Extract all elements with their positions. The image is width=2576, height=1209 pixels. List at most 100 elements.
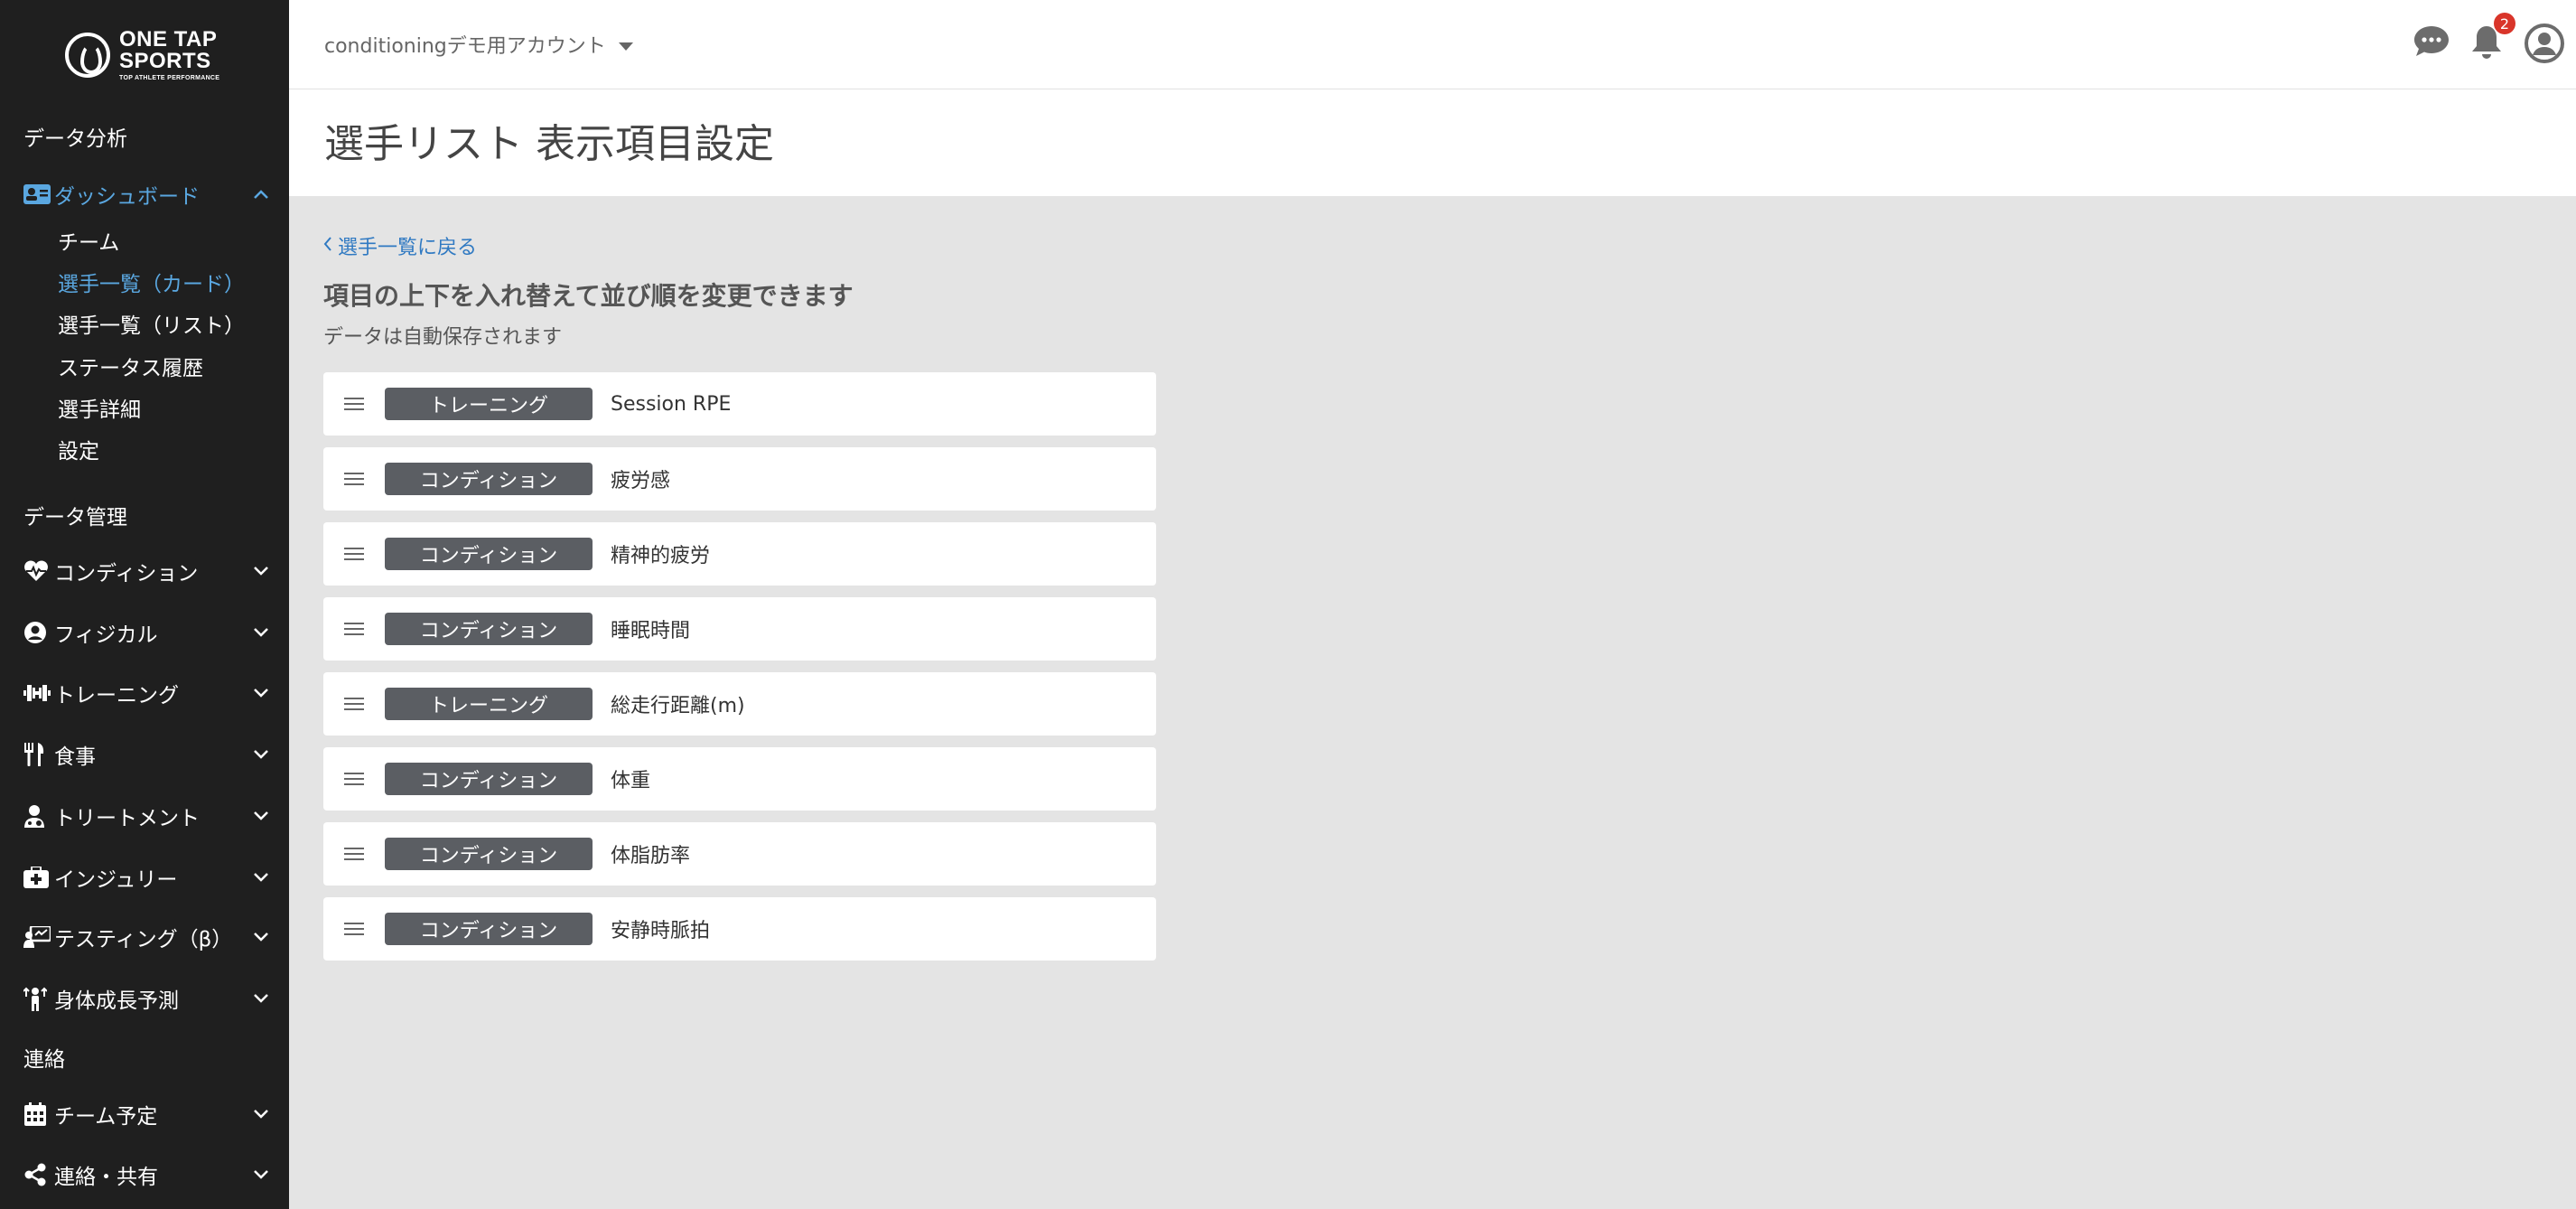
user-medical-icon bbox=[23, 802, 54, 829]
list-item[interactable]: コンディション 体重 bbox=[323, 747, 1156, 811]
sidebar-item-condition[interactable]: コンディション bbox=[23, 553, 271, 589]
dumbbell-icon bbox=[23, 679, 54, 707]
drag-handle-icon[interactable] bbox=[323, 847, 385, 861]
chevron-down-icon bbox=[251, 927, 271, 947]
id-card-icon bbox=[23, 181, 54, 208]
sidebar-item-contact-share[interactable]: 連絡・共有 bbox=[23, 1157, 271, 1193]
messages-button[interactable] bbox=[2412, 23, 2451, 63]
sidebar-sub-status-history[interactable]: ステータス履歴 bbox=[58, 351, 203, 381]
list-item[interactable]: コンディション 睡眠時間 bbox=[323, 597, 1156, 661]
page-title-bar: 選手リスト 表示項目設定 bbox=[289, 89, 2576, 196]
child-growth-icon bbox=[23, 985, 54, 1012]
sidebar-sub-player-list[interactable]: 選手一覧（リスト） bbox=[58, 308, 245, 339]
drag-handle-icon[interactable] bbox=[323, 547, 385, 561]
top-bar: conditioningデモ用アカウント 2 bbox=[289, 0, 2576, 89]
instruction-heading: 項目の上下を入れ替えて並び順を変更できます bbox=[323, 281, 854, 311]
item-name: 体重 bbox=[611, 770, 651, 792]
sidebar-item-treatment[interactable]: トリートメント bbox=[23, 798, 271, 834]
logo-icon bbox=[65, 33, 110, 78]
sidebar-item-label: コンディション bbox=[54, 562, 199, 586]
sidebar-item-growth-prediction[interactable]: 身体成長予測 bbox=[23, 980, 271, 1017]
list-item[interactable]: コンディション 安静時脈拍 bbox=[323, 897, 1156, 961]
sidebar-sub-team[interactable]: チーム bbox=[58, 225, 119, 256]
drag-handle-icon[interactable] bbox=[323, 397, 385, 411]
sidebar-sub-settings[interactable]: 設定 bbox=[58, 434, 99, 464]
list-item[interactable]: コンディション 体脂肪率 bbox=[323, 822, 1156, 886]
sidebar-item-meal[interactable]: 食事 bbox=[23, 736, 271, 773]
utensils-icon bbox=[23, 741, 54, 768]
list-item[interactable]: トレーニング 総走行距離(m) bbox=[323, 672, 1156, 736]
sidebar-item-injury[interactable]: インジュリー bbox=[23, 859, 271, 895]
list-item[interactable]: コンディション 精神的疲労 bbox=[323, 522, 1156, 586]
drag-handle-icon[interactable] bbox=[323, 922, 385, 936]
category-tag: コンディション bbox=[385, 913, 593, 945]
account-switcher[interactable]: conditioningデモ用アカウント bbox=[324, 30, 633, 59]
sidebar-sub-player-detail[interactable]: 選手詳細 bbox=[58, 392, 141, 423]
user-menu-button[interactable] bbox=[2525, 23, 2564, 63]
item-name: 睡眠時間 bbox=[611, 620, 691, 642]
sidebar-item-dashboard[interactable]: ダッシュボード bbox=[23, 176, 271, 212]
list-item[interactable]: トレーニング Session RPE bbox=[323, 372, 1156, 436]
list-item[interactable]: コンディション 疲労感 bbox=[323, 447, 1156, 511]
category-tag: トレーニング bbox=[385, 688, 593, 720]
chevron-down-icon bbox=[251, 1165, 271, 1185]
sidebar-item-label: 食事 bbox=[54, 745, 96, 769]
chevron-down-icon bbox=[251, 867, 271, 887]
drag-handle-icon[interactable] bbox=[323, 697, 385, 711]
back-to-player-list-link[interactable]: 選手一覧に戻る bbox=[323, 231, 477, 260]
account-name: conditioningデモ用アカウント bbox=[324, 35, 606, 58]
sidebar-item-testing[interactable]: テスティング（β） bbox=[23, 919, 271, 955]
item-name: 精神的疲労 bbox=[611, 545, 711, 567]
chevron-down-icon bbox=[251, 989, 271, 1008]
chevron-down-icon bbox=[251, 806, 271, 826]
section-data-management: データ管理 bbox=[23, 506, 127, 530]
item-name: 疲労感 bbox=[611, 470, 671, 492]
chevron-down-icon bbox=[251, 1104, 271, 1124]
chalkboard-teacher-icon bbox=[23, 923, 54, 951]
category-tag: コンディション bbox=[385, 463, 593, 495]
drag-handle-icon[interactable] bbox=[323, 622, 385, 636]
sidebar-item-label: インジュリー bbox=[54, 868, 178, 892]
item-name: 総走行距離(m) bbox=[611, 695, 745, 717]
section-contact: 連絡 bbox=[23, 1048, 65, 1072]
category-tag: コンディション bbox=[385, 538, 593, 570]
category-tag: コンディション bbox=[385, 838, 593, 870]
user-circle-icon bbox=[23, 619, 54, 646]
chevron-down-icon bbox=[251, 561, 271, 581]
sidebar-item-team-schedule[interactable]: チーム予定 bbox=[23, 1096, 271, 1132]
logo-text-line1: ONE TAP bbox=[119, 27, 218, 52]
logo-text-line2: SPORTS bbox=[119, 49, 211, 73]
item-name: Session RPE bbox=[611, 392, 732, 416]
sidebar-item-label: 身体成長予測 bbox=[54, 989, 179, 1013]
first-aid-kit-icon bbox=[23, 864, 54, 891]
app-logo[interactable]: ONE TAP SPORTS TOP ATHLETE PERFORMANCE bbox=[65, 27, 228, 81]
autosave-note: データは自動保存されます bbox=[323, 326, 563, 349]
heartbeat-icon bbox=[23, 558, 54, 585]
notification-count-badge: 2 bbox=[2494, 13, 2515, 34]
chevron-down-icon bbox=[251, 623, 271, 642]
category-tag: トレーニング bbox=[385, 388, 593, 420]
category-tag: コンディション bbox=[385, 763, 593, 795]
calendar-icon bbox=[23, 1101, 54, 1128]
sidebar-item-physical[interactable]: フィジカル bbox=[23, 614, 271, 651]
sortable-item-list: トレーニング Session RPE コンディション 疲労感 コンディション 精… bbox=[323, 372, 1156, 972]
sidebar-item-label: トリートメント bbox=[54, 807, 200, 830]
bell-icon bbox=[2469, 26, 2505, 65]
share-icon bbox=[23, 1161, 54, 1188]
drag-handle-icon[interactable] bbox=[323, 772, 385, 786]
sidebar: ONE TAP SPORTS TOP ATHLETE PERFORMANCE デ… bbox=[0, 0, 289, 1209]
drag-handle-icon[interactable] bbox=[323, 472, 385, 486]
sidebar-sub-player-cards[interactable]: 選手一覧（カード） bbox=[58, 267, 245, 297]
category-tag: コンディション bbox=[385, 613, 593, 645]
back-link-label: 選手一覧に戻る bbox=[338, 237, 478, 259]
sidebar-item-label: トレーニング bbox=[54, 684, 179, 708]
chevron-left-icon bbox=[323, 235, 332, 258]
sidebar-item-label: フィジカル bbox=[54, 623, 158, 647]
caret-down-icon bbox=[618, 42, 633, 51]
chevron-down-icon bbox=[251, 683, 271, 703]
sidebar-item-training[interactable]: トレーニング bbox=[23, 675, 271, 711]
sidebar-item-label: チーム予定 bbox=[54, 1105, 158, 1129]
chevron-up-icon bbox=[251, 184, 271, 204]
notifications-button[interactable]: 2 bbox=[2469, 13, 2515, 65]
sidebar-item-label: ダッシュボード bbox=[54, 185, 200, 209]
